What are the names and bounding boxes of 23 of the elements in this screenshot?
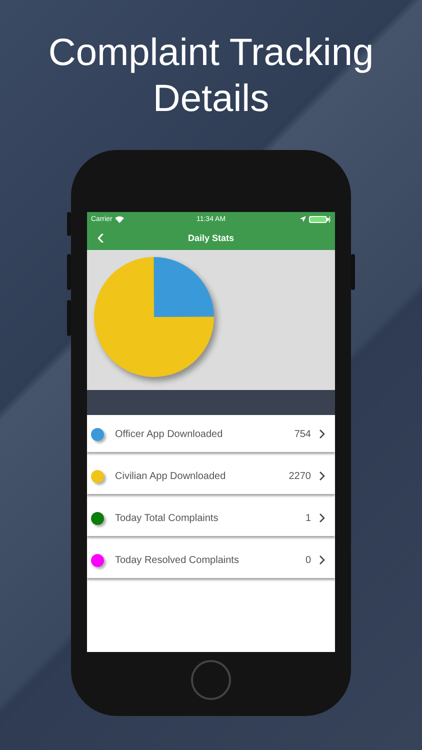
stat-row[interactable]: Officer App Downloaded 754: [87, 416, 335, 452]
stat-label: Today Total Complaints: [115, 512, 220, 524]
stat-row[interactable]: Civilian App Downloaded 2270: [87, 458, 335, 494]
chevron-icon: [319, 471, 325, 481]
home-button[interactable]: [191, 660, 231, 700]
battery-icon: [309, 216, 331, 222]
chevron-icon: [319, 513, 325, 523]
screen-title: Daily Stats: [188, 233, 234, 243]
stat-label: Today Resolved Complaints: [115, 554, 240, 566]
chevron-icon: [319, 429, 325, 439]
chevron-icon: [319, 555, 325, 565]
stat-value: 1: [305, 512, 311, 524]
stat-value: 2270: [288, 470, 311, 482]
headline: Complaint Tracking Details: [47, 31, 375, 122]
location-icon: [300, 216, 306, 222]
stat-row[interactable]: Today Total Complaints 1: [87, 500, 335, 536]
stat-value: 0: [305, 554, 311, 566]
stat-label: Civilian App Downloaded: [115, 470, 227, 482]
stat-label: Officer App Downloaded: [115, 428, 224, 440]
stat-row[interactable]: Today Resolved Complaints 0: [87, 542, 335, 578]
wifi-icon: [115, 216, 124, 222]
stat-value: 754: [294, 428, 311, 440]
back-button[interactable]: ‹: [93, 228, 108, 246]
